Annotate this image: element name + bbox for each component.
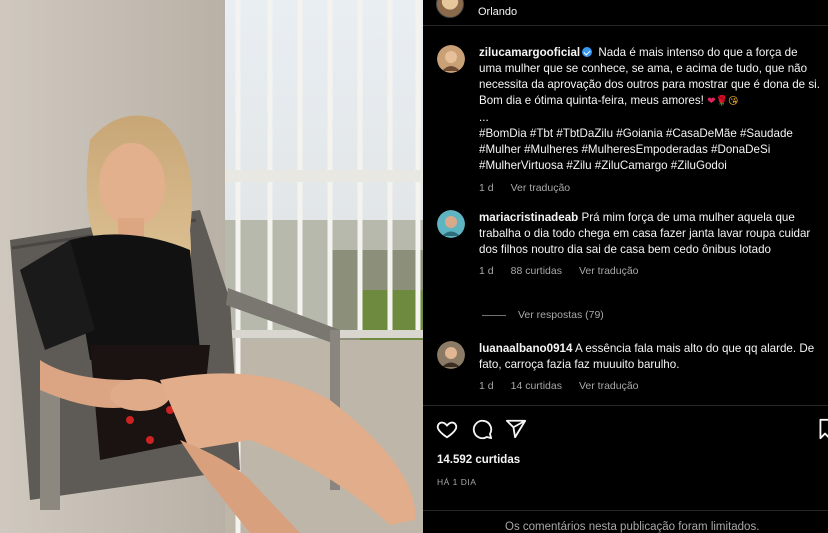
caption: zilucamargooficial Nada é mais intenso d… xyxy=(437,45,822,194)
comment-text: luanaalbano0914 A essência fala mais alt… xyxy=(479,341,822,373)
comment-item: mariacristinadeab Prá mim força de uma m… xyxy=(437,210,822,277)
heart-emoji: ❤ xyxy=(707,96,716,107)
caption-time: 1 d xyxy=(479,182,494,194)
comments-limited-text: Os comentários nesta publicação foram li… xyxy=(505,521,760,533)
caption-ellipsis: ... xyxy=(479,111,489,124)
heart-icon[interactable] xyxy=(436,418,458,445)
comment-time: 1 d xyxy=(479,380,494,392)
post-actions: 14.592 curtidas HÁ 1 DIA xyxy=(423,405,828,500)
post-panel: Orlando zilucamargooficial Nada é mais i… xyxy=(423,0,828,533)
commenter-avatar[interactable] xyxy=(437,210,465,238)
verified-badge-icon xyxy=(582,47,593,57)
post-photo xyxy=(0,0,423,533)
comments-limited-footer: Os comentários nesta publicação foram li… xyxy=(423,510,828,533)
photo-illustration xyxy=(0,0,423,533)
view-replies-label[interactable]: Ver respostas (79) xyxy=(518,309,604,321)
caption-text: zilucamargooficial Nada é mais intenso d… xyxy=(479,45,822,174)
comment-text: mariacristinadeab Prá mim força de uma m… xyxy=(479,210,822,258)
comment-translate[interactable]: Ver tradução xyxy=(579,265,639,277)
caption-meta: 1 d Ver tradução xyxy=(479,182,822,194)
caption-translate[interactable]: Ver tradução xyxy=(511,182,571,194)
kiss-emoji: 😘 xyxy=(727,96,739,107)
caption-avatar[interactable] xyxy=(437,45,465,73)
share-icon[interactable] xyxy=(505,418,527,445)
post-location[interactable]: Orlando xyxy=(478,6,517,18)
view-replies[interactable]: Ver respostas (79) xyxy=(482,309,604,321)
comment-translate[interactable]: Ver tradução xyxy=(579,380,639,392)
commenter-avatar[interactable] xyxy=(437,341,465,369)
bookmark-icon[interactable] xyxy=(818,418,828,445)
replies-divider xyxy=(482,314,506,316)
comment-item: luanaalbano0914 A essência fala mais alt… xyxy=(437,341,822,392)
comment-meta: 1 d 88 curtidas Ver tradução xyxy=(479,265,822,277)
caption-username[interactable]: zilucamargooficial xyxy=(479,46,580,59)
post-header: Orlando xyxy=(423,0,828,26)
post-date: HÁ 1 DIA xyxy=(437,477,477,487)
comment-username[interactable]: luanaalbano0914 xyxy=(479,342,572,355)
comment-likes[interactable]: 88 curtidas xyxy=(511,265,562,277)
rose-emoji: 🌹 xyxy=(715,96,728,107)
caption-hashtags[interactable]: #BomDia #Tbt #TbtDaZilu #Goiania #CasaDe… xyxy=(479,127,793,172)
comment-meta: 1 d 14 curtidas Ver tradução xyxy=(479,380,822,392)
comment-time: 1 d xyxy=(479,265,494,277)
post-likes[interactable]: 14.592 curtidas xyxy=(437,454,520,466)
comment-username[interactable]: mariacristinadeab xyxy=(479,211,578,224)
comment-icon[interactable] xyxy=(471,418,493,445)
comment-likes[interactable]: 14 curtidas xyxy=(511,380,562,392)
author-avatar[interactable] xyxy=(436,0,464,18)
